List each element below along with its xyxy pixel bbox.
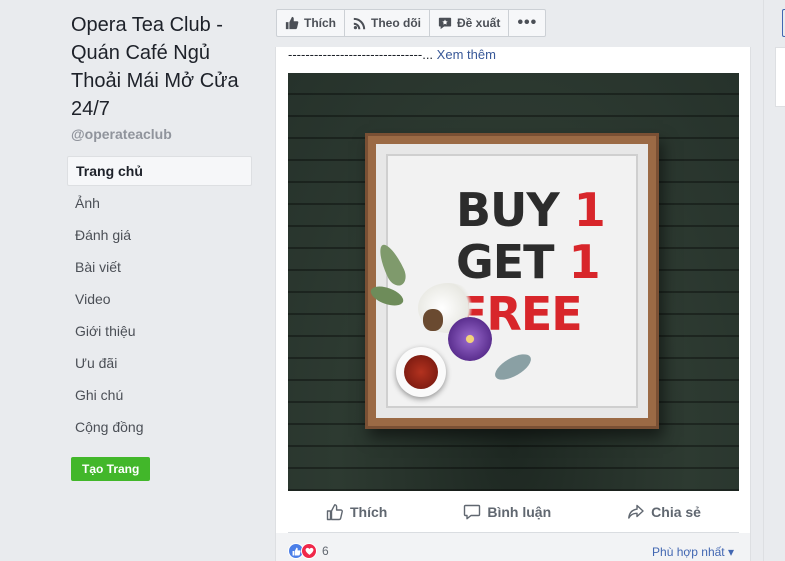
- post-actions: Thích Bình luận Chia sẻ: [288, 493, 739, 531]
- promo-buy: BUY: [456, 183, 560, 237]
- post-like-button[interactable]: Thích: [326, 503, 387, 521]
- love-reaction-icon: [301, 543, 317, 559]
- post-text-dashes: -------------------------------...: [288, 47, 434, 62]
- promo-buy-number: 1: [573, 183, 606, 237]
- follow-label: Theo dõi: [371, 16, 421, 30]
- nav-item-notes[interactable]: Ghi chú: [67, 380, 252, 412]
- left-sidebar: Opera Tea Club - Quán Café Ngủ Thoải Mái…: [0, 0, 262, 561]
- nav-item-community[interactable]: Cộng đồng: [67, 412, 252, 444]
- nav-item-about[interactable]: Giới thiệu: [67, 316, 252, 348]
- page-action-bar: Thích Theo dõi Đề xuất •••: [276, 9, 547, 37]
- comment-icon: [464, 504, 481, 520]
- page-title[interactable]: Opera Tea Club - Quán Café Ngủ Thoải Mái…: [71, 11, 257, 123]
- thumbs-up-icon: [326, 504, 343, 521]
- nav-item-photos[interactable]: Ảnh: [67, 188, 252, 220]
- post-share-label: Chia sẻ: [651, 504, 701, 520]
- post-share-button[interactable]: Chia sẻ: [627, 503, 701, 521]
- pinecone-decoration: [423, 309, 443, 331]
- follow-button[interactable]: Theo dõi: [345, 10, 430, 36]
- see-more-link[interactable]: Xem thêm: [437, 47, 496, 62]
- promo-text: BUY 1 GET 1 FREE: [456, 183, 606, 340]
- thumbs-up-icon: [285, 16, 299, 30]
- post-text-truncated: -------------------------------... Xem t…: [288, 47, 496, 62]
- speech-bubble-icon: [438, 17, 452, 30]
- like-page-button[interactable]: Thích: [277, 10, 345, 36]
- reactions-summary[interactable]: 6: [288, 543, 329, 559]
- share-arrow-icon: [628, 504, 644, 519]
- post-image[interactable]: BUY 1 GET 1 FREE: [288, 73, 739, 491]
- post-comment-button[interactable]: Bình luận: [463, 503, 551, 521]
- more-options-button[interactable]: •••: [509, 10, 545, 36]
- column-divider: [763, 0, 764, 561]
- promo-get-number: 1: [568, 235, 601, 289]
- nav-item-videos[interactable]: Video: [67, 284, 252, 316]
- nav-item-offers[interactable]: Ưu đãi: [67, 348, 252, 380]
- right-column-card: [775, 47, 785, 107]
- comment-sort-dropdown[interactable]: Phù hợp nhất ▾: [652, 545, 734, 559]
- post-comment-label: Bình luận: [487, 504, 552, 520]
- purple-flower-decoration: [448, 317, 492, 361]
- like-page-label: Thích: [304, 16, 336, 30]
- nav-item-posts[interactable]: Bài viết: [67, 252, 252, 284]
- promo-get: GET: [456, 235, 555, 289]
- tea-decoration: [404, 355, 438, 389]
- post-card: -------------------------------... Xem t…: [275, 47, 751, 561]
- page-nav: Trang chủ Ảnh Đánh giá Bài viết Video Gi…: [67, 156, 252, 444]
- reaction-count: 6: [322, 544, 329, 558]
- rss-icon: [353, 17, 366, 29]
- page-handle[interactable]: @operateaclub: [71, 126, 172, 142]
- reactions-bar: 6 Phù hợp nhất ▾: [276, 533, 750, 561]
- nav-item-reviews[interactable]: Đánh giá: [67, 220, 252, 252]
- post-like-label: Thích: [350, 504, 388, 520]
- suggest-label: Đề xuất: [457, 16, 501, 30]
- nav-item-home[interactable]: Trang chủ: [67, 156, 252, 186]
- suggest-button[interactable]: Đề xuất: [430, 10, 510, 36]
- create-page-button[interactable]: Tạo Trang: [71, 457, 151, 481]
